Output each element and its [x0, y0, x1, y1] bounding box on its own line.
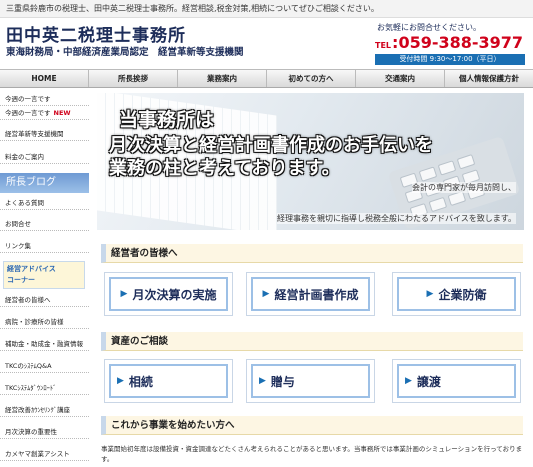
- sidebar-item-subsidy[interactable]: 補助金・助成金・融資情報: [0, 337, 89, 351]
- nav-greeting[interactable]: 所長挨拶: [89, 70, 178, 87]
- calc-key: [456, 154, 476, 170]
- card-business-plan[interactable]: ▶ 経営計画書作成: [246, 272, 375, 316]
- sidebar-item-counseling[interactable]: 経営改善ｶｳﾝｾﾘﾝｸﾞ講座: [0, 403, 89, 417]
- card-label: ▶ 企業防衛: [393, 273, 520, 315]
- nav-services[interactable]: 業務案内: [178, 70, 267, 87]
- nav-home[interactable]: HOME: [0, 70, 89, 87]
- advice-title2: コーナー: [7, 276, 35, 284]
- site-subtitle: 東海財務局・中部経済産業局認定 経営革新等支援機関: [6, 47, 244, 58]
- arrow-right-icon: ▶: [426, 289, 434, 299]
- card-text: 経営計画書作成: [274, 287, 359, 302]
- arrow-right-icon: ▶: [262, 289, 270, 299]
- card-inheritance[interactable]: ▶ 相続: [104, 359, 233, 403]
- card-text: 月次決算の実施: [132, 287, 217, 302]
- arrow-right-icon: ▶: [120, 289, 128, 299]
- sidebar-item-links[interactable]: リンク集: [0, 239, 89, 253]
- card-text: 企業防衛: [438, 287, 487, 302]
- nav-first-time[interactable]: 初めての方へ: [267, 70, 356, 87]
- sidebar-item-weekly-label: 今週の一言です: [5, 109, 51, 117]
- sidebar-item-fees[interactable]: 料金のご案内: [0, 150, 89, 164]
- sidebar-item-managers[interactable]: 経営者の皆様へ: [0, 293, 89, 307]
- section-title-startup: これから事業を始めたい方へ: [101, 416, 523, 435]
- nav-access[interactable]: 交通案内: [356, 70, 445, 87]
- card-monthly-closing[interactable]: ▶ 月次決算の実施: [104, 272, 233, 316]
- phone-number[interactable]: TEL:059-388-3977: [375, 33, 523, 52]
- calc-key: [428, 196, 448, 213]
- new-badge: NEW: [53, 109, 71, 117]
- card-label: ▶ 月次決算の実施: [105, 273, 232, 315]
- advice-banner[interactable]: 経営アドバイス コーナー: [3, 261, 85, 289]
- hero-sub-1: 会計の専門家が毎月訪問し、: [412, 182, 516, 193]
- card-text: 贈与: [270, 374, 295, 389]
- card-label: ▶ 相続: [105, 360, 232, 402]
- contact-box: お気軽にお問合せください。 TEL:059-388-3977 受付時間 9:30…: [375, 20, 525, 66]
- sidebar-item-contact[interactable]: お問合せ: [0, 217, 89, 231]
- sidebar-item-startup[interactable]: カメヤマ創業アシスト: [0, 447, 89, 461]
- top-info-bar: 三重県鈴鹿市の税理士、田中英二税理士事務所。経営相談,税金対策,相続についてぜひ…: [0, 0, 533, 18]
- startup-description: 事業開始初年度は設備投資・資金調達などたくさん考えられることがあると思います。当…: [101, 445, 523, 463]
- sidebar-item-faq[interactable]: よくある質問: [0, 196, 89, 210]
- sidebar-item-support-org[interactable]: 経営革新等支援機関: [0, 127, 89, 141]
- site-title[interactable]: 田中英二税理士事務所: [6, 21, 186, 46]
- sidebar-item-tkc-download[interactable]: TKCｼｽﾃﾑﾀﾞｳﾝﾛｰﾄﾞ: [0, 381, 89, 395]
- office-hours: 受付時間 9:30～17:00（平日）: [375, 54, 525, 65]
- hero-heading-3: 業務の柱と考えております。: [109, 158, 340, 179]
- sidebar-item-monthly[interactable]: 月次決算の重要性: [0, 425, 89, 439]
- sidebar-item-tkc-qa[interactable]: TKCのｼｽﾃﾑQ&A: [0, 359, 89, 373]
- card-label: ▶ 経営計画書作成: [247, 273, 374, 315]
- tel-number: 059-388-3977: [398, 33, 524, 52]
- main-nav: HOME 所長挨拶 業務案内 初めての方へ 交通案内 個人情報保護方針: [0, 69, 533, 88]
- card-gift[interactable]: ▶ 贈与: [246, 359, 375, 403]
- calc-key: [418, 166, 438, 182]
- sidebar-item-weekly-title: 今週の一言です: [0, 93, 89, 106]
- hero-banner: 当事務所は 月次決算と経営計画書作成のお手伝いを 業務の柱と考えております。 会…: [97, 93, 524, 230]
- hero-sub-2: 経理事務を親切に指導し税務全般にわたるアドバイスを致します。: [277, 213, 516, 224]
- contact-lead: お気軽にお問合せください。: [377, 23, 481, 32]
- arrow-right-icon: ▶: [117, 376, 124, 386]
- site-header: 田中英二税理士事務所 東海財務局・中部経済産業局認定 経営革新等支援機関 お気軽…: [0, 18, 533, 68]
- hero-heading-1: 当事務所は: [119, 109, 215, 131]
- card-text: 譲渡: [416, 374, 441, 389]
- sidebar: 今週の一言です 今週の一言です NEW 経営革新等支援機関 料金のご案内 所長ブロ…: [0, 93, 91, 467]
- sidebar-item-weekly[interactable]: 今週の一言です NEW: [0, 107, 89, 120]
- card-corporate-defense[interactable]: ▶ 企業防衛: [392, 272, 521, 316]
- arrow-right-icon: ▶: [405, 376, 412, 386]
- blog-banner[interactable]: 所長ブログ: [0, 173, 89, 193]
- card-label: ▶ 譲渡: [393, 360, 520, 402]
- section-title-managers: 経営者の皆様へ: [101, 244, 523, 263]
- card-transfer[interactable]: ▶ 譲渡: [392, 359, 521, 403]
- arrow-right-icon: ▶: [259, 376, 266, 386]
- card-label: ▶ 贈与: [247, 360, 374, 402]
- card-text: 相続: [128, 374, 153, 389]
- section-title-assets: 資産のご相談: [101, 332, 523, 351]
- calc-key: [437, 160, 457, 176]
- sidebar-item-clinics[interactable]: 病院・診療所の皆様: [0, 315, 89, 329]
- nav-privacy[interactable]: 個人情報保護方針: [445, 70, 533, 87]
- advice-title: 経営アドバイス: [7, 265, 56, 273]
- phone-icon: TEL: [375, 41, 392, 50]
